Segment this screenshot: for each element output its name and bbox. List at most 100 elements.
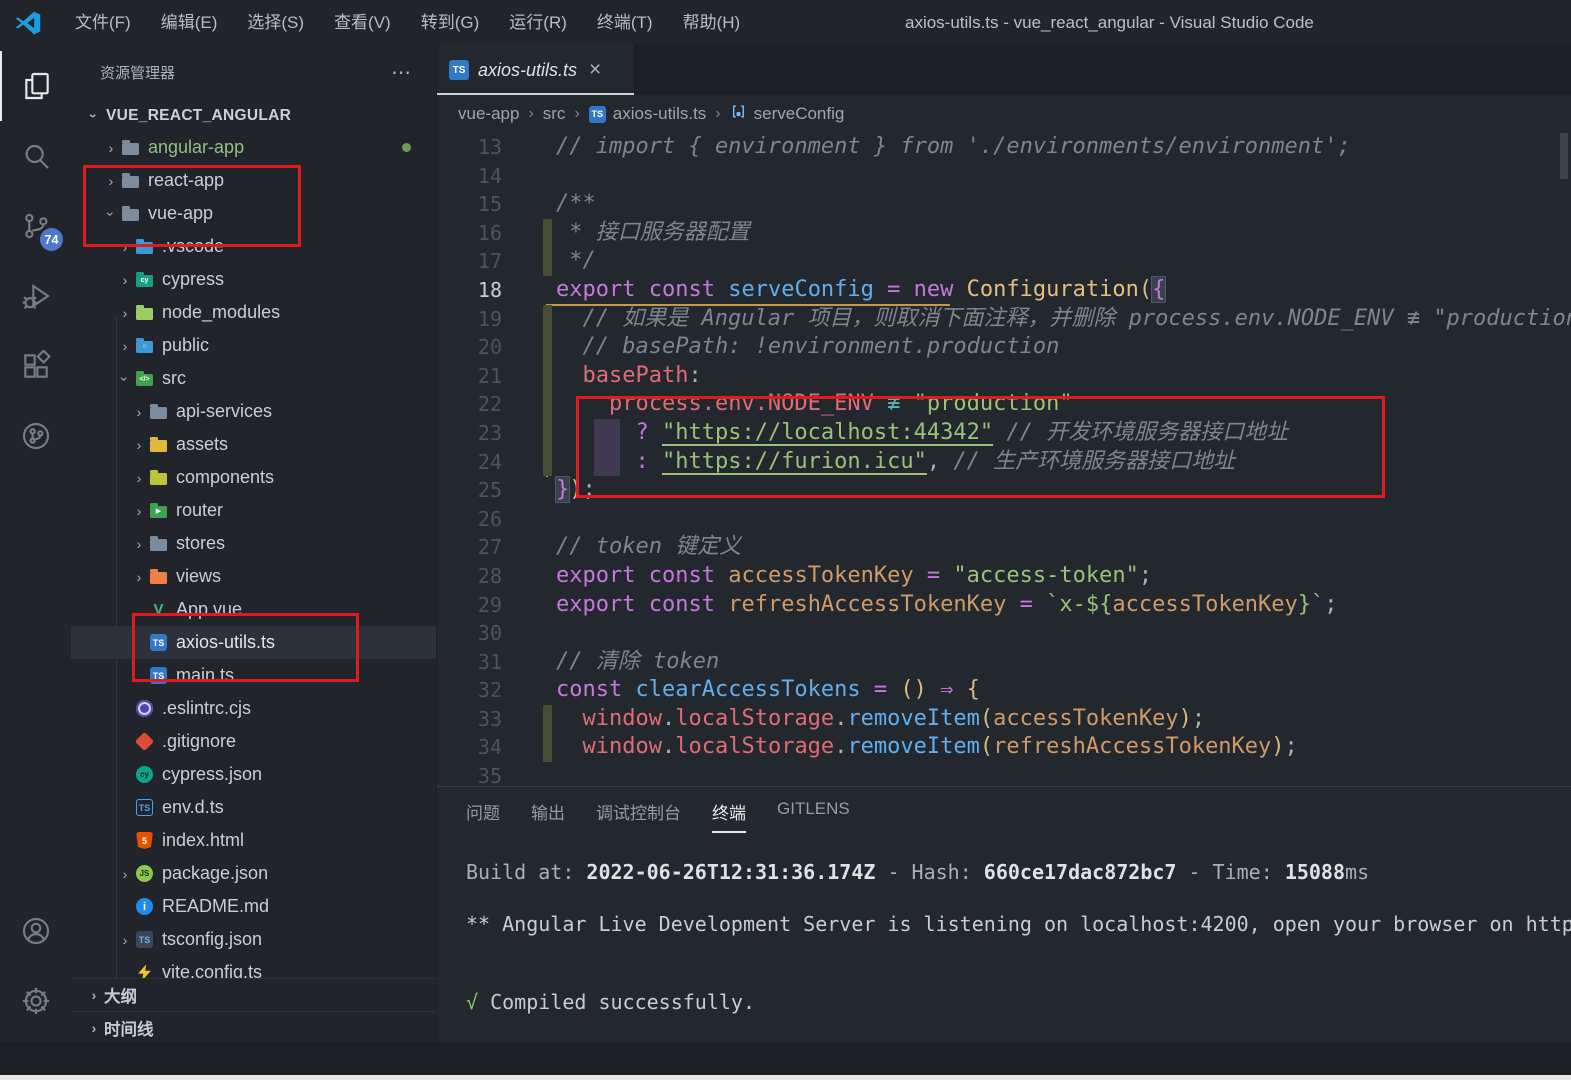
folder-public[interactable]: ›○public	[71, 329, 437, 362]
folder-api-services[interactable]: ›api-services	[71, 395, 437, 428]
chevron-separator-icon: ›	[574, 105, 579, 123]
folder-.vscode[interactable]: ›.vscode	[71, 230, 437, 263]
tab-axios-utils[interactable]: TS axios-utils.ts ×	[437, 45, 635, 95]
line-number: 16	[437, 219, 502, 248]
tree-item-label: cypress.json	[162, 764, 262, 785]
menu-item-7[interactable]: 帮助(H)	[668, 0, 756, 45]
folder-react-app[interactable]: ›react-app	[71, 164, 437, 197]
code-line-27[interactable]: 27// token 键定义	[437, 533, 1571, 562]
code-line-35[interactable]: 35	[437, 762, 1571, 786]
folder-components[interactable]: ›components	[71, 461, 437, 494]
menu-item-5[interactable]: 运行(R)	[494, 0, 582, 45]
folder-node_modules[interactable]: ›node_modules	[71, 296, 437, 329]
menu-item-2[interactable]: 选择(S)	[232, 0, 319, 45]
menu-item-4[interactable]: 转到(G)	[406, 0, 495, 45]
panel-tab-0[interactable]: 问题	[466, 799, 500, 833]
outline-label: 大纲	[104, 983, 137, 1007]
file-vite.config.ts[interactable]: ›vite.config.ts	[71, 956, 437, 978]
code-line-30[interactable]: 30	[437, 619, 1571, 648]
code-line-15[interactable]: 15/**	[437, 190, 1571, 219]
tsconfig-icon: TS	[135, 931, 154, 948]
panel-tab-4[interactable]: GITLENS	[777, 799, 850, 833]
file-env.d.ts[interactable]: ›TSenv.d.ts	[71, 791, 437, 824]
panel-tab-3[interactable]: 终端	[712, 799, 746, 833]
file-cypress.json[interactable]: ›cycypress.json	[71, 758, 437, 791]
code-line-13[interactable]: 13// import { environment } from './envi…	[437, 133, 1571, 162]
file-.gitignore[interactable]: ›.gitignore	[71, 725, 437, 758]
activitybar-extensions[interactable]	[0, 331, 71, 401]
file-package.json[interactable]: ›JSpackage.json	[71, 857, 437, 890]
file-axios-utils.ts[interactable]: ›TSaxios-utils.ts	[71, 626, 437, 659]
folder-angular-app[interactable]: ›angular-app	[71, 131, 437, 164]
activitybar-source-control[interactable]: 74	[0, 191, 71, 261]
code-line-31[interactable]: 31// 清除 token	[437, 648, 1571, 677]
explorer-sidebar: 资源管理器 ⋯ › VUE_REACT_ANGULAR ›angular-app…	[71, 45, 437, 1042]
breadcrumb-label: axios-utils.ts	[613, 104, 707, 124]
timeline-label: 时间线	[104, 1016, 154, 1040]
tree-item-label: router	[176, 500, 223, 521]
menu-item-6[interactable]: 终端(T)	[582, 0, 668, 45]
code-editor[interactable]: 13// import { environment } from './envi…	[437, 133, 1571, 786]
activitybar-run-debug[interactable]	[0, 261, 71, 331]
file-App.vue[interactable]: ›VApp.vue	[71, 593, 437, 626]
file-tsconfig.json[interactable]: ›TS tsconfig.json	[71, 923, 437, 956]
chevron-right-icon: ›	[84, 987, 104, 1003]
code-line-22[interactable]: 22 process.env.NODE_ENV ≢ "production"	[437, 390, 1571, 419]
menu-item-3[interactable]: 查看(V)	[319, 0, 406, 45]
code-line-34[interactable]: 34 window.localStorage.removeItem(refres…	[437, 733, 1571, 762]
activitybar-settings[interactable]	[0, 966, 71, 1036]
code-line-18[interactable]: 18export const serveConfig = new Configu…	[437, 276, 1571, 305]
breadcrumb-item-0[interactable]: vue-app	[458, 104, 519, 124]
code-line-21[interactable]: 21 basePath:	[437, 362, 1571, 391]
breadcrumb-item-1[interactable]: src	[543, 104, 566, 124]
folder-components-icon	[149, 469, 168, 486]
code-line-20[interactable]: 20 // basePath: !environment.production	[437, 333, 1571, 362]
panel-tab-2[interactable]: 调试控制台	[596, 799, 681, 833]
sidebar-section-outline[interactable]: › 大纲	[71, 978, 437, 1011]
tree-item-label: tsconfig.json	[162, 929, 262, 950]
folder-stores[interactable]: ›stores	[71, 527, 437, 560]
folder-router[interactable]: ›▶router	[71, 494, 437, 527]
sidebar-section-timeline[interactable]: › 时间线	[71, 1011, 437, 1042]
activitybar-explorer[interactable]	[0, 51, 71, 121]
file-index.html[interactable]: ›5index.html	[71, 824, 437, 857]
chevron-right-icon: ›	[115, 932, 135, 948]
activitybar-gitlens[interactable]	[0, 401, 71, 471]
folder-src[interactable]: ›</>src	[71, 362, 437, 395]
code-line-16[interactable]: 16 * 接口服务器配置	[437, 219, 1571, 248]
file-main.ts[interactable]: ›TSmain.ts	[71, 659, 437, 692]
folder-assets[interactable]: ›assets	[71, 428, 437, 461]
folder-cypress[interactable]: ›cycypress	[71, 263, 437, 296]
code-line-33[interactable]: 33 window.localStorage.removeItem(access…	[437, 705, 1571, 734]
tree-item-label: src	[162, 368, 186, 389]
code-line-32[interactable]: 32const clearAccessTokens = () ⇒ {	[437, 676, 1571, 705]
code-line-25[interactable]: 25});	[437, 476, 1571, 505]
code-line-28[interactable]: 28export const accessTokenKey = "access-…	[437, 562, 1571, 591]
code-line-19[interactable]: 19 // 如果是 Angular 项目，则取消下面注释，并删除 process…	[437, 305, 1571, 334]
folder-vue-app[interactable]: ›vue-app	[71, 197, 437, 230]
menu-item-0[interactable]: 文件(F)	[60, 0, 146, 45]
code-line-23[interactable]: 23 ? "https://localhost:44342" // 开发环境服务…	[437, 419, 1571, 448]
folder-views[interactable]: ›views	[71, 560, 437, 593]
menu-item-1[interactable]: 编辑(E)	[146, 0, 233, 45]
code-line-24[interactable]: 24 : "https://furion.icu", // 生产环境服务器接口地…	[437, 448, 1571, 477]
panel-tab-1[interactable]: 输出	[531, 799, 565, 833]
activitybar-search[interactable]	[0, 121, 71, 191]
close-icon[interactable]: ×	[589, 60, 601, 80]
git-modified-indicator	[543, 390, 552, 419]
file-.eslintrc.cjs[interactable]: ›.eslintrc.cjs	[71, 692, 437, 725]
code-line-17[interactable]: 17 */	[437, 247, 1571, 276]
line-number: 22	[437, 390, 502, 419]
activitybar-account[interactable]	[0, 896, 71, 966]
file-README.md[interactable]: ›iREADME.md	[71, 890, 437, 923]
code-line-14[interactable]: 14	[437, 162, 1571, 191]
breadcrumb-item-2[interactable]: TSaxios-utils.ts	[589, 104, 707, 124]
tree-item-label: components	[176, 467, 274, 488]
breadcrumb-item-3[interactable]: serveConfig	[730, 103, 845, 125]
workspace-root-row[interactable]: › VUE_REACT_ANGULAR	[71, 100, 436, 131]
code-line-26[interactable]: 26	[437, 505, 1571, 534]
line-number: 19	[437, 305, 502, 334]
title-bar: 文件(F)编辑(E)选择(S)查看(V)转到(G)运行(R)终端(T)帮助(H)…	[0, 0, 1571, 45]
more-actions-icon[interactable]: ⋯	[391, 60, 412, 85]
code-line-29[interactable]: 29export const refreshAccessTokenKey = `…	[437, 591, 1571, 620]
